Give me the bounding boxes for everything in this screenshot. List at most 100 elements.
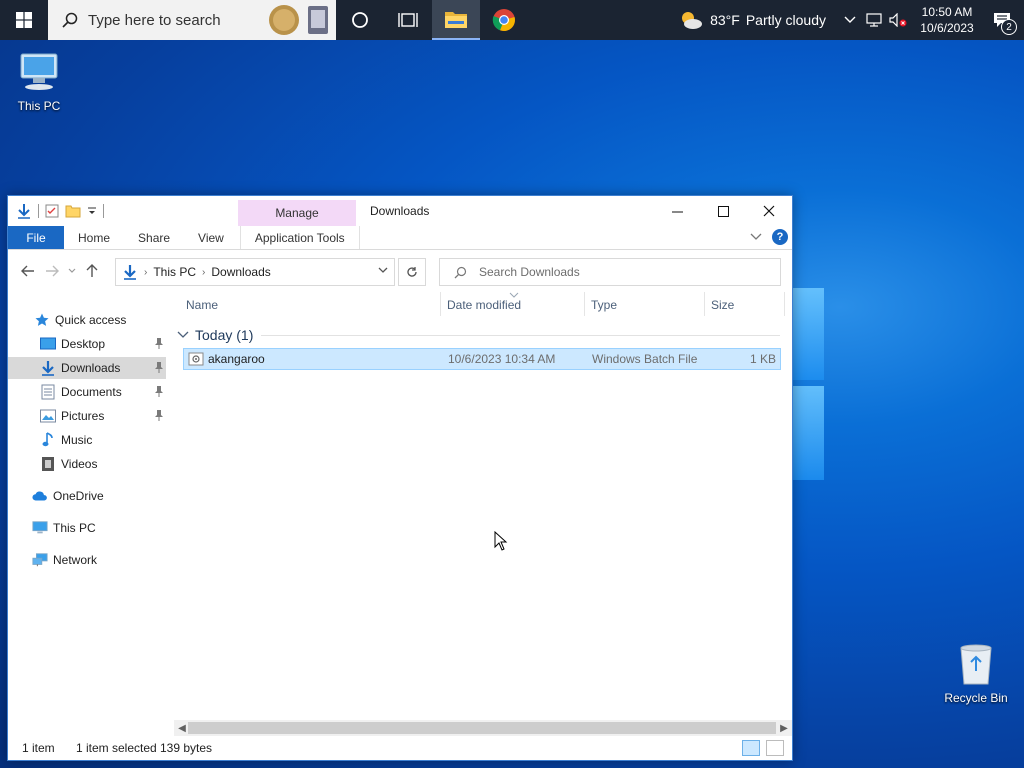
up-button[interactable] [80, 259, 104, 283]
ribbon-tab-view[interactable]: View [184, 226, 238, 249]
desktop-icon-recycle-bin[interactable]: Recycle Bin [940, 642, 1012, 705]
task-view-button[interactable] [384, 0, 432, 40]
downloads-icon [40, 360, 56, 376]
properties-icon[interactable] [45, 204, 59, 218]
window-title-bar[interactable]: Manage Downloads [8, 196, 792, 226]
nav-this-pc[interactable]: This PC [8, 517, 166, 539]
ribbon-tabs: File Home Share View Application Tools ? [8, 226, 792, 250]
start-button[interactable] [0, 0, 48, 40]
minimize-icon [671, 211, 683, 212]
taskbar-clock[interactable]: 10:50 AM 10/6/2023 [914, 4, 980, 36]
weather-widget[interactable]: 83°F Partly cloudy [678, 9, 838, 31]
column-header-name[interactable]: Name [186, 298, 218, 312]
large-icons-view-button[interactable] [766, 740, 784, 756]
taskbar: Type here to search 83°F Partly cloudy 1… [0, 0, 1024, 40]
nav-network[interactable]: Network [8, 549, 166, 571]
group-label: Today (1) [195, 327, 254, 343]
batch-file-icon [188, 352, 204, 366]
column-divider[interactable] [584, 292, 585, 316]
cloud-icon [32, 488, 48, 504]
nav-desktop[interactable]: Desktop [8, 333, 166, 355]
customize-dropdown-icon[interactable] [87, 206, 97, 216]
chevron-down-icon [68, 268, 76, 273]
weather-description: Partly cloudy [745, 12, 826, 28]
details-view-button[interactable] [742, 740, 760, 756]
window-title: Downloads [370, 204, 430, 218]
close-button[interactable] [746, 196, 792, 226]
ribbon-tab-application-tools[interactable]: Application Tools [239, 226, 360, 249]
taskbar-file-explorer[interactable] [432, 0, 480, 40]
toolbar-separator [38, 204, 39, 218]
help-button[interactable]: ? [772, 229, 788, 245]
chrome-icon [492, 9, 515, 32]
contextual-tab-manage[interactable]: Manage [238, 200, 356, 226]
partly-cloudy-icon [682, 12, 703, 29]
desktop-icon-this-pc[interactable]: This PC [4, 50, 74, 113]
nav-label: Quick access [55, 313, 127, 327]
clock-date: 10/6/2023 [920, 21, 974, 35]
ribbon-tab-home[interactable]: Home [64, 226, 124, 249]
volume-tray-button[interactable] [886, 0, 910, 40]
desktop-wallpaper-logo [790, 288, 824, 482]
refresh-button[interactable] [398, 258, 426, 286]
documents-icon [40, 384, 56, 400]
address-row: › This PC › Downloads [8, 250, 792, 292]
pictures-icon [40, 408, 56, 424]
nav-onedrive[interactable]: OneDrive [8, 485, 166, 507]
address-dropdown-icon[interactable] [378, 266, 388, 274]
recent-locations-button[interactable] [64, 259, 80, 283]
back-button[interactable] [16, 259, 40, 283]
arrow-right-icon [46, 265, 59, 277]
file-date-modified: 10/6/2023 10:34 AM [448, 352, 556, 366]
ribbon-tab-share[interactable]: Share [124, 226, 184, 249]
column-header-size[interactable]: Size [711, 298, 734, 312]
ribbon-tab-file[interactable]: File [8, 226, 64, 249]
breadcrumb-downloads[interactable]: Downloads [211, 265, 270, 279]
nav-documents[interactable]: Documents [8, 381, 166, 403]
table-row[interactable]: akangaroo 10/6/2023 10:34 AM Windows Bat… [183, 348, 781, 370]
new-folder-icon[interactable] [65, 204, 81, 218]
expand-ribbon-chevron-icon[interactable] [750, 233, 762, 241]
network-tray-button[interactable] [862, 0, 886, 40]
nav-label: This PC [53, 521, 96, 535]
column-divider[interactable] [440, 292, 441, 316]
cortana-button[interactable] [336, 0, 384, 40]
taskbar-search-placeholder: Type here to search [88, 11, 221, 29]
column-divider[interactable] [784, 292, 785, 316]
group-header-today[interactable]: Today (1) [174, 325, 780, 345]
quick-access-toolbar [8, 196, 104, 226]
action-center-button[interactable]: 2 [980, 0, 1024, 40]
nav-label: Network [53, 553, 98, 567]
column-divider[interactable] [704, 292, 705, 316]
taskbar-search-box[interactable]: Type here to search [48, 0, 336, 40]
file-type: Windows Batch File [592, 352, 698, 366]
column-header-date-modified[interactable]: Date modified [447, 298, 521, 312]
address-bar[interactable]: › This PC › Downloads [115, 258, 395, 286]
scroll-right-button[interactable]: ▶ [777, 721, 791, 735]
nav-videos[interactable]: Videos [8, 453, 166, 475]
refresh-icon [407, 267, 417, 277]
scroll-left-button[interactable]: ◀ [175, 721, 189, 735]
maximize-button[interactable] [700, 196, 746, 226]
maximize-icon [717, 205, 729, 217]
minimize-button[interactable] [654, 196, 700, 226]
show-hidden-icons-button[interactable] [838, 0, 862, 40]
nav-pictures[interactable]: Pictures [8, 405, 166, 427]
nav-music[interactable]: Music [8, 429, 166, 451]
scrollbar-thumb[interactable] [188, 722, 776, 734]
search-box[interactable] [439, 258, 781, 286]
forward-button[interactable] [40, 259, 64, 283]
taskbar-chrome[interactable] [480, 0, 528, 40]
nav-downloads[interactable]: Downloads [8, 357, 166, 379]
computer-icon [20, 53, 58, 90]
network-wired-icon [866, 13, 882, 27]
horizontal-scrollbar[interactable]: ◀ ▶ [174, 720, 792, 736]
nav-label: OneDrive [53, 489, 104, 503]
status-size: 139 bytes [160, 741, 213, 755]
search-input[interactable] [479, 265, 759, 279]
breadcrumb-this-pc[interactable]: This PC [153, 265, 196, 279]
arrow-left-icon [21, 265, 34, 277]
arrow-up-icon [86, 264, 98, 277]
column-header-type[interactable]: Type [591, 298, 617, 312]
nav-quick-access[interactable]: Quick access [8, 309, 166, 331]
